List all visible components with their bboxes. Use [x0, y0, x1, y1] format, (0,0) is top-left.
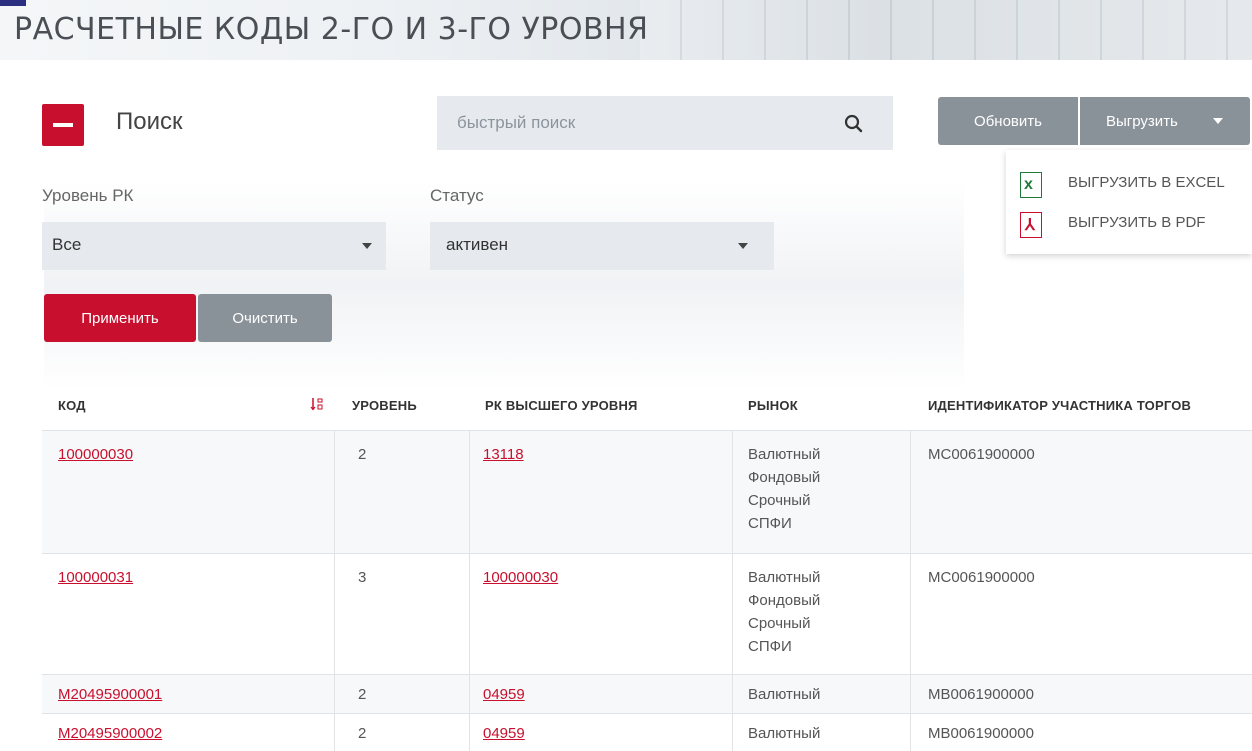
- top-accent: [0, 0, 26, 6]
- trader-id-cell: MB0061900000: [928, 725, 1034, 742]
- table-row: M20495900001 2 04959 Валютный MB00619000…: [42, 674, 1252, 713]
- code-link[interactable]: M20495900001: [58, 686, 162, 703]
- column-header-code[interactable]: КОД: [58, 398, 86, 413]
- trader-id-cell: MB0061900000: [928, 686, 1034, 703]
- column-divider: [334, 430, 335, 751]
- trader-id-cell: MC0061900000: [928, 446, 1035, 463]
- status-select-value: активен: [446, 235, 509, 254]
- export-excel-label: ВЫГРУЗИТЬ В EXCEL: [1068, 174, 1225, 191]
- market-value: Валютный: [748, 569, 821, 586]
- search-icon[interactable]: [842, 112, 866, 136]
- level-cell: 2: [358, 446, 367, 463]
- level-select[interactable]: Все: [42, 222, 386, 270]
- code-link[interactable]: 100000030: [58, 446, 133, 463]
- market-cell: Валютный: [748, 683, 820, 706]
- level-select-value: Все: [52, 235, 82, 254]
- export-button[interactable]: Выгрузить: [1080, 97, 1250, 145]
- table-row: 100000030 2 13118 Валютный Фондовый Сроч…: [42, 430, 1252, 553]
- parent-code-link[interactable]: 13118: [483, 446, 524, 463]
- market-value: Срочный: [748, 615, 811, 632]
- market-value: Срочный: [748, 492, 811, 509]
- market-value: СПФИ: [748, 515, 792, 532]
- caret-down-icon: [738, 243, 748, 249]
- collapse-search-button[interactable]: [42, 104, 84, 146]
- column-divider: [910, 430, 911, 751]
- parent-code-link[interactable]: 04959: [483, 725, 525, 742]
- level-filter-label: Уровень РК: [42, 186, 134, 205]
- market-value: СПФИ: [748, 638, 792, 655]
- sort-icon[interactable]: [310, 397, 324, 411]
- export-pdf-label: ВЫГРУЗИТЬ В PDF: [1068, 214, 1206, 231]
- pdf-icon: ⅄: [1020, 212, 1042, 238]
- chevron-down-icon: [1213, 118, 1223, 124]
- market-value: Валютный: [748, 686, 821, 703]
- parent-code-link[interactable]: 04959: [483, 686, 525, 703]
- code-link[interactable]: 100000031: [58, 569, 133, 586]
- column-header-trader-id[interactable]: ИДЕНТИФИКАТОР УЧАСТНИКА ТОРГОВ: [928, 398, 1191, 413]
- market-value: Валютный: [748, 446, 821, 463]
- minus-icon: [53, 123, 73, 127]
- trader-id-cell: MC0061900000: [928, 569, 1035, 586]
- export-excel-item[interactable]: x ВЫГРУЗИТЬ В EXCEL: [1006, 164, 1252, 204]
- market-cell: Валютный: [748, 722, 820, 745]
- market-value: Фондовый: [748, 592, 821, 609]
- market-cell: Валютный Фондовый Срочный СПФИ: [748, 566, 820, 658]
- page-title: РАСЧЕТНЫЕ КОДЫ 2-ГО И 3-ГО УРОВНЯ: [14, 12, 649, 47]
- background-image: [44, 180, 964, 390]
- column-divider: [469, 430, 470, 751]
- code-link[interactable]: M20495900002: [58, 725, 162, 742]
- column-divider: [732, 430, 733, 751]
- status-filter-label: Статус: [430, 186, 484, 205]
- parent-code-link[interactable]: 100000030: [483, 569, 558, 586]
- caret-down-icon: [362, 243, 372, 249]
- column-header-parent[interactable]: РК ВЫСШЕГО УРОВНЯ: [485, 398, 638, 413]
- market-value: Валютный: [748, 725, 821, 742]
- level-cell: 2: [358, 725, 367, 742]
- column-header-market[interactable]: РЫНОК: [748, 398, 798, 413]
- clear-button[interactable]: Очистить: [198, 294, 332, 342]
- market-value: Фондовый: [748, 469, 821, 486]
- table-row: M20495900002 2 04959 Валютный MB00619000…: [42, 713, 1252, 751]
- quick-search: [437, 96, 893, 150]
- search-title: Поиск: [116, 108, 183, 135]
- market-cell: Валютный Фондовый Срочный СПФИ: [748, 443, 820, 535]
- level-cell: 3: [358, 569, 367, 586]
- table-row: 100000031 3 100000030 Валютный Фондовый …: [42, 553, 1252, 674]
- export-pdf-item[interactable]: ⅄ ВЫГРУЗИТЬ В PDF: [1006, 204, 1252, 244]
- apply-button[interactable]: Применить: [44, 294, 196, 342]
- export-menu: x ВЫГРУЗИТЬ В EXCEL ⅄ ВЫГРУЗИТЬ В PDF: [1006, 150, 1252, 254]
- excel-icon: x: [1020, 172, 1042, 198]
- refresh-button[interactable]: Обновить: [938, 97, 1078, 145]
- level-cell: 2: [358, 686, 367, 703]
- status-select[interactable]: активен: [430, 222, 774, 270]
- quick-search-input[interactable]: [437, 96, 837, 150]
- column-header-level[interactable]: УРОВЕНЬ: [352, 398, 417, 413]
